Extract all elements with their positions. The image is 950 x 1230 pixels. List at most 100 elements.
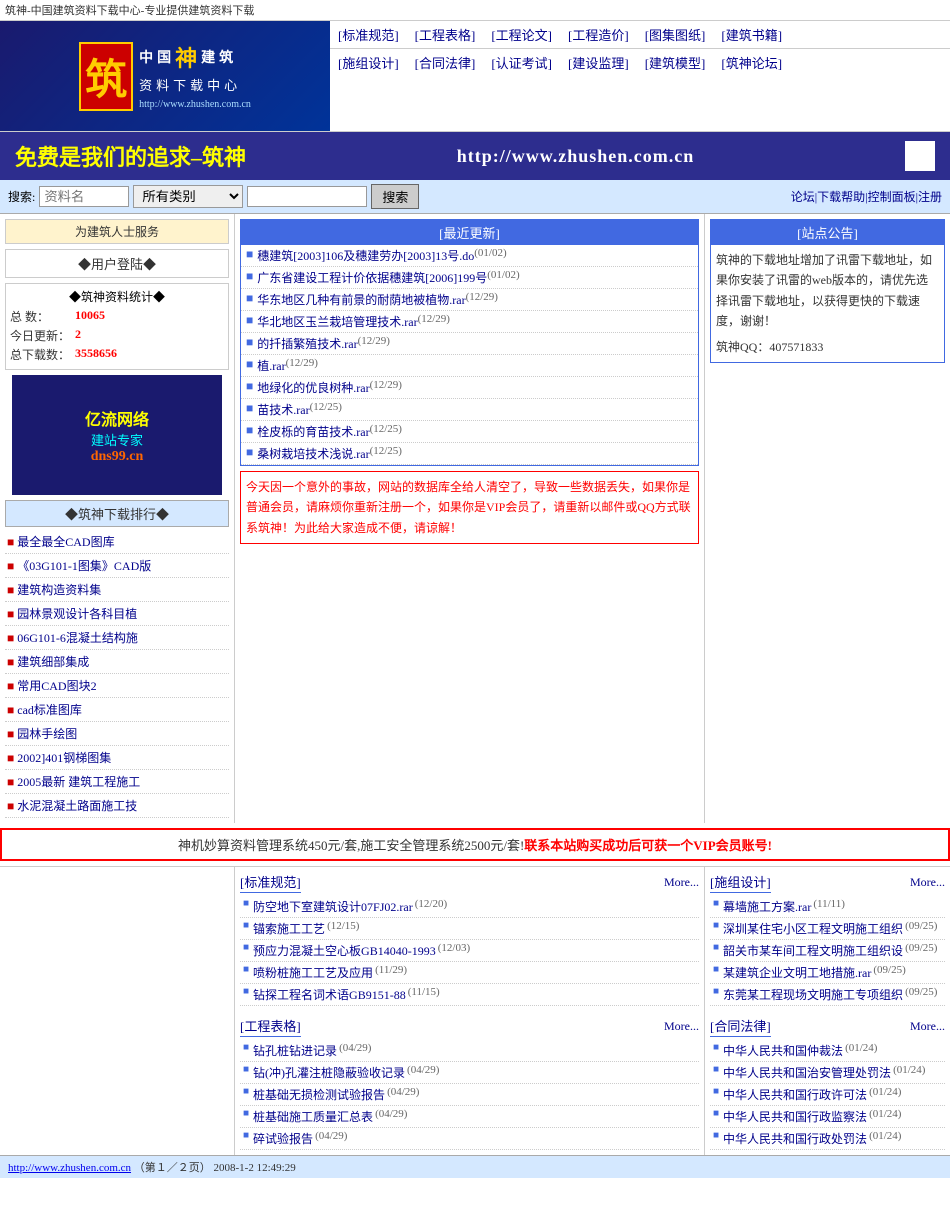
nav-luntan[interactable]: [筑神论坛] (713, 51, 790, 74)
update-link-7[interactable]: 地绿化的优良树种.rar (257, 379, 369, 396)
gongcheng-date-5: (04/29) (315, 1130, 347, 1142)
nav-gongchengbiaoge[interactable]: [工程表格] (407, 23, 484, 46)
gongcheng-link-2[interactable]: 钻(冲)孔灌注桩隐蔽验收记录 (253, 1064, 405, 1081)
shizu-link-3[interactable]: 韶关市某车间工程文明施工组织设 (723, 942, 903, 959)
update-link-2[interactable]: 广东省建设工程计价依据穗建筑[2006]199号 (257, 269, 487, 286)
nav-bottom: [施组设计] [合同法律] [认证考试] [建设监理] [建筑模型] [筑神论坛… (330, 49, 950, 76)
rank-link-1[interactable]: 最全最全CAD图库 (17, 535, 114, 549)
total-label: 总 数： (10, 308, 75, 325)
shizu-link-4[interactable]: 某建筑企业文明工地措施.rar (723, 964, 871, 981)
gongcheng-bullet-4: ■ (243, 1108, 249, 1119)
hetong-link-5[interactable]: 中华人民共和国行政处罚法 (723, 1130, 867, 1147)
shizu-title[interactable]: [施组设计] (710, 872, 771, 893)
rank-link-4[interactable]: 园林景观设计各科目植 (17, 607, 137, 621)
shizu-more[interactable]: More... (910, 875, 945, 890)
rank-item-10: ■2002]401钢梯图集 (5, 746, 229, 770)
gongcheng-link-5[interactable]: 碎试验报告 (253, 1130, 313, 1147)
footer-url[interactable]: http://www.zhushen.com.cn (8, 1162, 131, 1174)
update-link-3[interactable]: 华东地区几种有前景的耐荫地被植物.rar (257, 291, 465, 308)
rank-link-6[interactable]: 建筑细部集成 (17, 655, 89, 669)
nav-gongchenglunwen[interactable]: [工程论文] (483, 23, 560, 46)
shizu-date-2: (09/25) (905, 920, 937, 932)
nav-jianli[interactable]: [建设监理] (560, 51, 637, 74)
ad-banner[interactable]: 亿流网络 建站专家 dns99.cn (12, 375, 222, 495)
rank-link-2[interactable]: 《03G101-1图集》CAD版 (17, 559, 151, 573)
control-link[interactable]: 控制面板 (868, 190, 916, 204)
hetong-link-2[interactable]: 中华人民共和国治安管理处罚法 (723, 1064, 891, 1081)
help-link[interactable]: 下载帮助 (817, 190, 865, 204)
update-link-5[interactable]: 的扦插繁殖技术.rar (257, 335, 357, 352)
hetong-title[interactable]: [合同法律] (710, 1016, 771, 1037)
shizu-link-1[interactable]: 幕墙施工方案.rar (723, 898, 811, 915)
hetong-more[interactable]: More... (910, 1019, 945, 1034)
biaozhun-link-5[interactable]: 钻探工程名词术语GB9151-88 (253, 986, 406, 1003)
rank-link-10[interactable]: 2002]401钢梯图集 (17, 751, 111, 765)
biaozhun-link-3[interactable]: 预应力混凝土空心板GB14040-1993 (253, 942, 436, 959)
update-link-8[interactable]: 苗技术.rar (257, 401, 309, 418)
shizu-link-5[interactable]: 东莞某工程现场文明施工专项组织 (723, 986, 903, 1003)
update-date-3: (12/29) (466, 291, 498, 303)
hetong-link-4[interactable]: 中华人民共和国行政监察法 (723, 1108, 867, 1125)
gongcheng-link-4[interactable]: 桩基础施工质量汇总表 (253, 1108, 373, 1125)
update-link-4[interactable]: 华北地区玉兰栽培管理技术.rar (257, 313, 417, 330)
rank-link-5[interactable]: 06G101-6混凝土结构施 (17, 631, 138, 645)
rank-link-11[interactable]: 2005最新 建筑工程施工 (17, 775, 140, 789)
luntan-link[interactable]: 论坛 (791, 190, 815, 204)
hetong-date-4: (01/24) (869, 1108, 901, 1120)
promo-link[interactable]: 联系本站购买成功后可获一个VIP会员账号! (524, 838, 772, 853)
rank-bullet-2: ■ (7, 559, 14, 573)
nav-moxing[interactable]: [建筑模型] (637, 51, 714, 74)
search-input[interactable] (39, 186, 129, 207)
hetong-bullet-5: ■ (713, 1130, 719, 1141)
biaozhun-link-2[interactable]: 锚索施工工艺 (253, 920, 325, 937)
gongcheng-title[interactable]: [工程表格] (240, 1016, 301, 1037)
shizu-link-2[interactable]: 深圳某住宅小区工程文明施工组织 (723, 920, 903, 937)
update-item-5: ■ 的扦插繁殖技术.rar (12/29) (241, 333, 698, 355)
search-button[interactable]: 搜索 (371, 184, 419, 209)
nav-biaozhun[interactable]: [标准规范] (330, 23, 407, 46)
rank-item-6: ■建筑细部集成 (5, 650, 229, 674)
biaozhun-more[interactable]: More... (664, 875, 699, 890)
update-link-1[interactable]: 穗建筑[2003]106及穗建劳办[2003]13号.do (257, 247, 474, 264)
logo: 筑 中 国 神 建 筑 资 料 下 载 中 心 http (0, 21, 330, 131)
gongcheng-bullet-3: ■ (243, 1086, 249, 1097)
rank-link-12[interactable]: 水泥混凝土路面施工技 (17, 799, 137, 813)
rank-link-3[interactable]: 建筑构造资料集 (17, 583, 101, 597)
biaozhun-link-1[interactable]: 防空地下室建筑设计07FJ02.rar (253, 898, 413, 915)
ad-text3: dns99.cn (85, 449, 149, 465)
nav-hetong[interactable]: [合同法律] (407, 51, 484, 74)
biaozhun-title[interactable]: [标准规范] (240, 872, 301, 893)
search-keyword-input[interactable] (247, 186, 367, 207)
nav-shizu[interactable]: [施组设计] (330, 51, 407, 74)
nav-tujitu[interactable]: [图集图纸] (637, 23, 714, 46)
today-value: 2 (75, 327, 81, 344)
update-link-9[interactable]: 栓皮栎的育苗技术.rar (257, 423, 369, 440)
update-item-6: ■ 植.rar (12/29) (241, 355, 698, 377)
biaozhun-link-4[interactable]: 喷粉桩施工工艺及应用 (253, 964, 373, 981)
rank-link-8[interactable]: cad标准图库 (17, 703, 82, 717)
hetong-link-3[interactable]: 中华人民共和国行政许可法 (723, 1086, 867, 1103)
user-login: ◆用户登陆◆ (5, 249, 229, 278)
rank-bullet-8: ■ (7, 703, 14, 717)
register-link[interactable]: 注册 (918, 190, 942, 204)
rank-link-7[interactable]: 常用CAD图块2 (17, 679, 96, 693)
nav-shuji[interactable]: [建筑书籍] (713, 23, 790, 46)
rank-title: ◆筑神下载排行◆ (5, 500, 229, 527)
gongcheng-date-1: (04/29) (339, 1042, 371, 1054)
gongcheng-header: [工程表格] More... (240, 1016, 699, 1037)
search-type-select[interactable]: 所有类别 (133, 185, 243, 208)
center-content: [最近更新] ■ 穗建筑[2003]106及穗建劳办[2003]13号.do (… (235, 214, 705, 823)
update-link-10[interactable]: 桑树栽培技术浅说.rar (257, 445, 369, 462)
rank-link-9[interactable]: 园林手绘图 (17, 727, 77, 741)
gongcheng-more[interactable]: More... (664, 1019, 699, 1034)
nav-zaojia[interactable]: [工程造价] (560, 23, 637, 46)
update-link-6[interactable]: 植.rar (257, 357, 285, 374)
biaozhun-item-5: ■ 钻探工程名词术语GB9151-88 (11/15) (240, 984, 699, 1006)
biaozhun-header: [标准规范] More... (240, 872, 699, 893)
gongcheng-link-3[interactable]: 桩基础无损检测试验报告 (253, 1086, 385, 1103)
hetong-link-1[interactable]: 中华人民共和国仲裁法 (723, 1042, 843, 1059)
gongcheng-link-1[interactable]: 钻孔桩钻进记录 (253, 1042, 337, 1059)
shizu-item-5: ■ 东莞某工程现场文明施工专项组织 (09/25) (710, 984, 945, 1006)
nav-renzheng[interactable]: [认证考试] (483, 51, 560, 74)
rank-bullet-4: ■ (7, 607, 14, 621)
